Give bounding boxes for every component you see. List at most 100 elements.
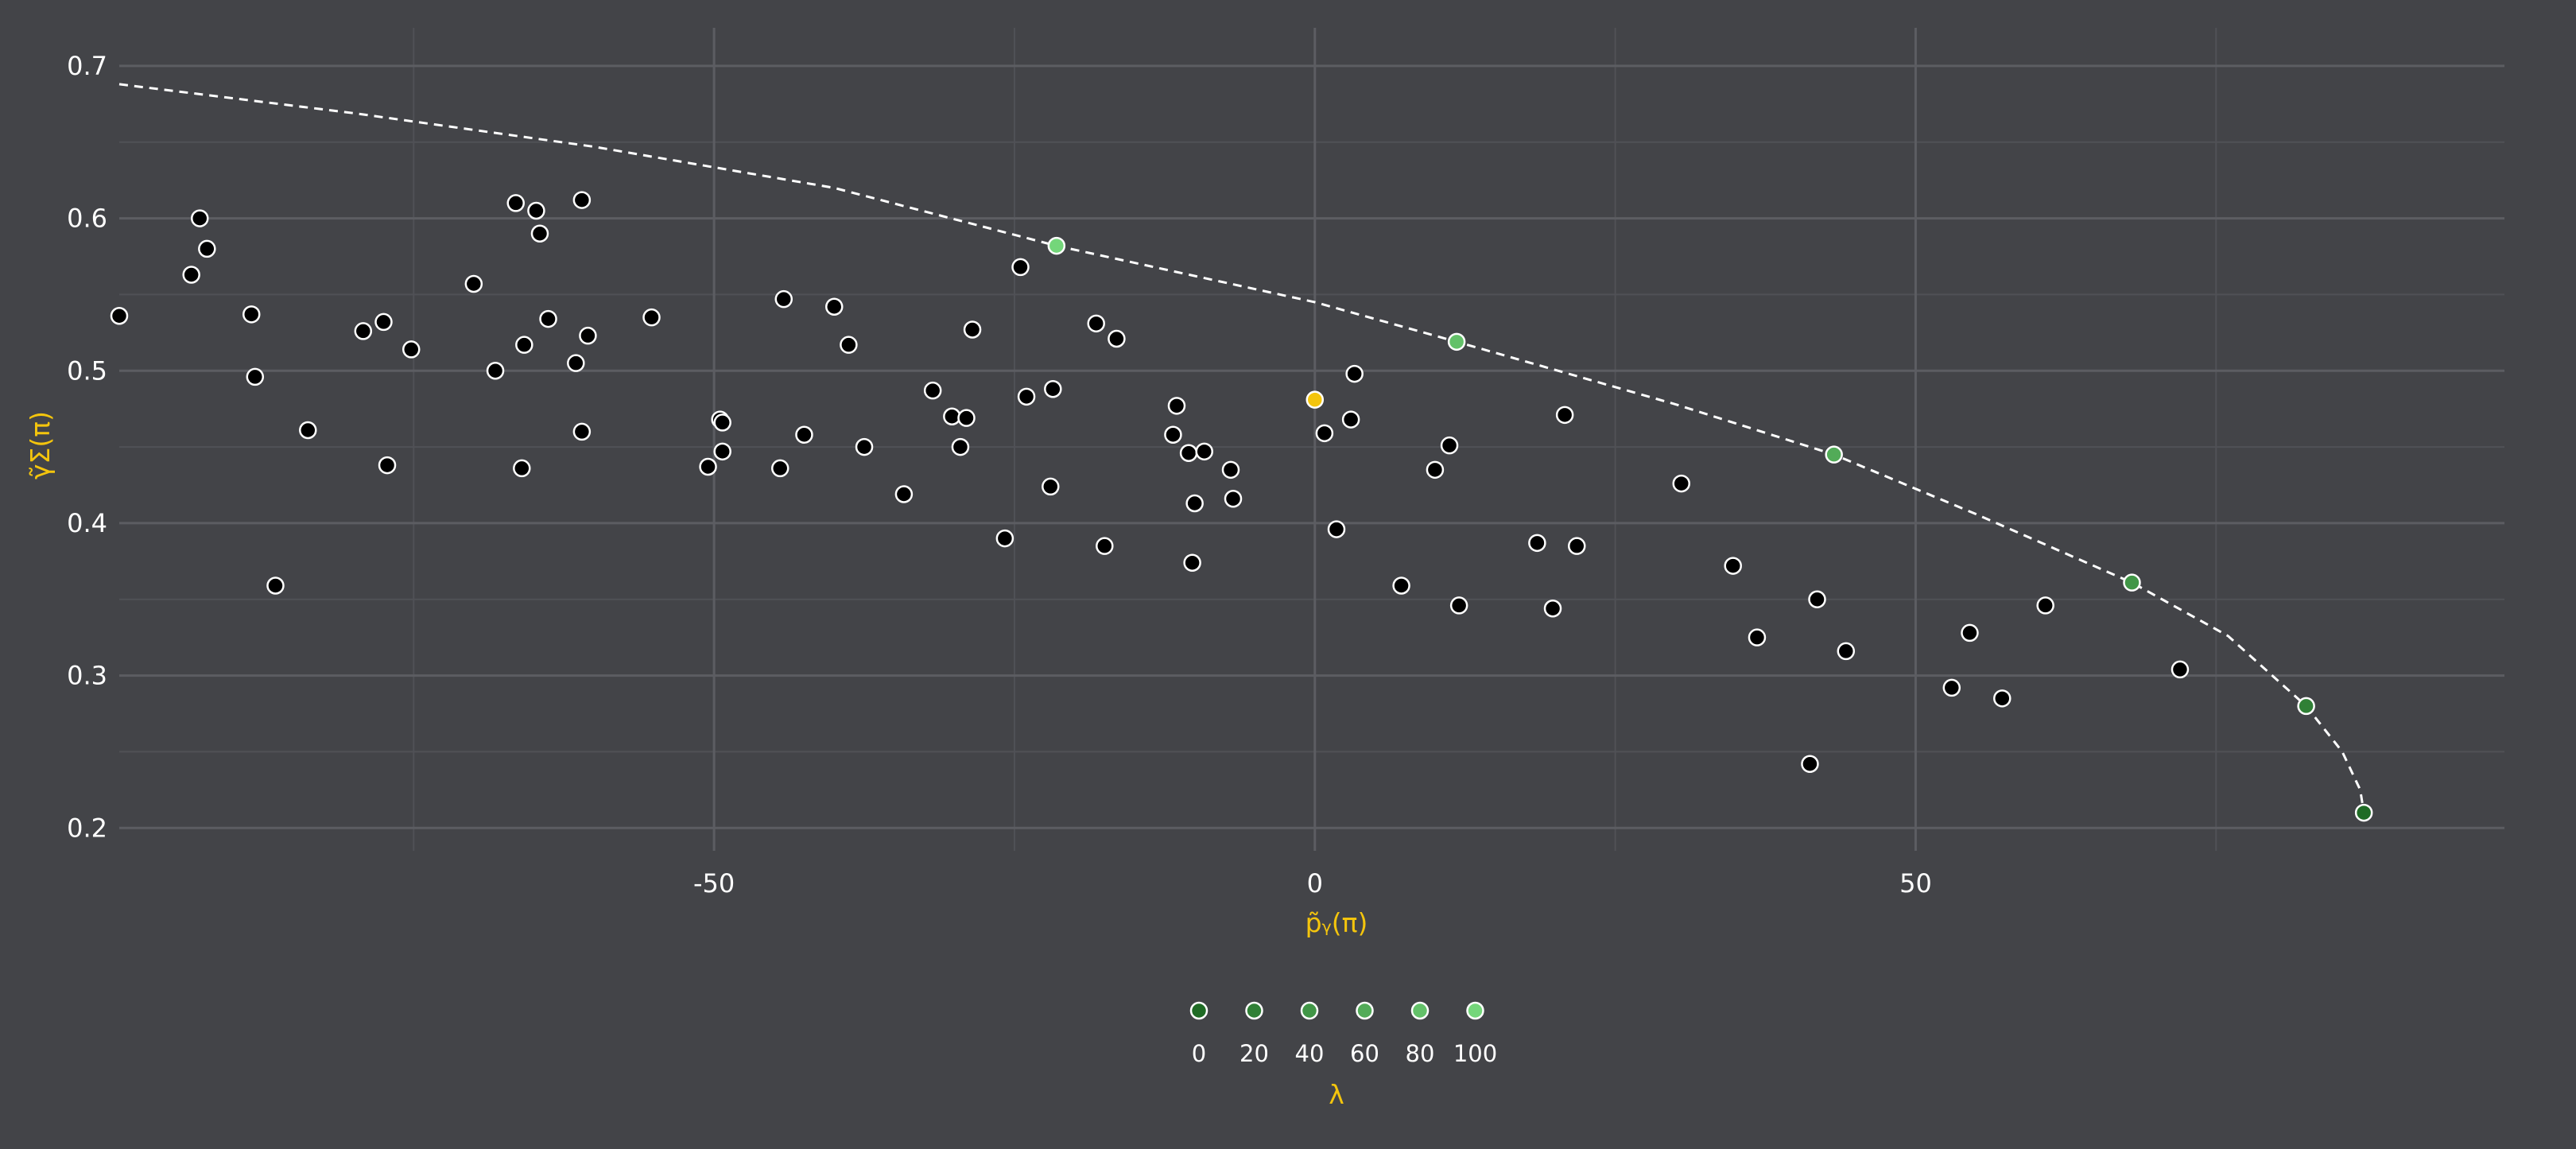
data-point bbox=[1567, 537, 1586, 555]
legend-key bbox=[1410, 1001, 1430, 1020]
data-point bbox=[513, 459, 531, 478]
legend: λ 0 20 40 60 80 100 bbox=[1189, 1001, 1497, 1110]
legend-key bbox=[1300, 1001, 1319, 1020]
y-tick-label: 0.7 bbox=[67, 51, 107, 81]
data-point bbox=[1993, 689, 2012, 708]
data-point bbox=[1327, 520, 1346, 538]
chart: p̃ᵧ(π) γ̃Σ(π) -50 0 50 0.2 0.3 0.4 0.5 0.6 0.7 λ… bbox=[0, 0, 2576, 1145]
data-point bbox=[1011, 258, 1030, 277]
data-point bbox=[572, 191, 592, 209]
data-point bbox=[642, 308, 661, 327]
data-point bbox=[354, 322, 373, 340]
legend-label: 0 bbox=[1192, 1040, 1206, 1067]
data-point bbox=[567, 354, 585, 372]
data-point bbox=[894, 485, 914, 503]
data-point bbox=[951, 437, 970, 456]
legend-key bbox=[1189, 1001, 1208, 1020]
legend-label: 20 bbox=[1240, 1040, 1269, 1067]
data-point bbox=[699, 457, 717, 476]
data-point bbox=[1449, 596, 1468, 615]
data-point bbox=[963, 320, 982, 339]
data-point bbox=[299, 421, 317, 440]
data-point bbox=[1224, 490, 1243, 508]
scatter-plot: p̃ᵧ(π) γ̃Σ(π) -50 0 50 0.2 0.3 0.4 0.5 0.6 0.7 λ… bbox=[25, 28, 2504, 1110]
legend-label: 100 bbox=[1453, 1040, 1497, 1067]
data-point bbox=[1164, 425, 1182, 444]
data-point bbox=[840, 336, 858, 354]
frontier-point bbox=[1047, 236, 1066, 255]
data-point bbox=[770, 459, 789, 478]
x-axis-title: p̃ᵧ(π) bbox=[1305, 907, 1368, 938]
data-point bbox=[572, 422, 592, 441]
data-point bbox=[1426, 460, 1445, 479]
data-point bbox=[957, 409, 976, 427]
points-layer bbox=[110, 191, 2373, 822]
legend-key bbox=[1245, 1001, 1263, 1020]
data-point bbox=[246, 367, 265, 386]
data-point bbox=[378, 456, 397, 475]
data-point bbox=[1440, 436, 1459, 455]
data-point bbox=[191, 209, 209, 227]
data-point bbox=[374, 312, 393, 332]
data-point bbox=[530, 224, 549, 243]
data-point bbox=[182, 266, 200, 284]
data-point bbox=[1096, 537, 1114, 555]
data-point bbox=[713, 413, 731, 432]
data-point bbox=[1961, 623, 1979, 642]
legend-title: λ bbox=[1329, 1079, 1344, 1110]
data-point bbox=[266, 576, 285, 595]
data-point bbox=[2036, 596, 2054, 615]
data-point bbox=[855, 437, 874, 456]
data-point bbox=[795, 425, 813, 444]
frontier-point bbox=[1825, 445, 1843, 464]
data-point bbox=[923, 381, 942, 400]
data-point bbox=[1808, 590, 1826, 608]
legend-key bbox=[1466, 1001, 1484, 1020]
data-point bbox=[1185, 494, 1204, 513]
data-point bbox=[1801, 755, 1819, 773]
y-axis-title: γ̃Σ(π) bbox=[25, 411, 56, 479]
data-point bbox=[527, 201, 545, 220]
data-point bbox=[198, 239, 216, 258]
data-point bbox=[1543, 600, 1562, 618]
legend-label: 40 bbox=[1295, 1040, 1325, 1067]
y-tick-label: 0.4 bbox=[67, 508, 107, 538]
data-point bbox=[1221, 460, 1240, 479]
data-point bbox=[1555, 406, 1574, 425]
data-point bbox=[242, 305, 261, 324]
data-point bbox=[1044, 380, 1062, 398]
data-point bbox=[1167, 397, 1186, 415]
data-point bbox=[464, 274, 483, 293]
data-point bbox=[1528, 534, 1546, 553]
data-point bbox=[2171, 660, 2190, 679]
data-point bbox=[1108, 329, 1126, 348]
frontier-point bbox=[2123, 573, 2141, 592]
legend-label: 80 bbox=[1406, 1040, 1435, 1067]
data-point bbox=[1179, 444, 1198, 462]
data-point bbox=[1183, 553, 1201, 572]
data-point bbox=[1392, 576, 1410, 595]
data-point bbox=[1017, 387, 1036, 406]
data-point bbox=[110, 307, 129, 325]
data-point bbox=[402, 340, 421, 359]
data-point bbox=[1837, 642, 1856, 661]
data-point bbox=[1724, 557, 1742, 575]
data-point bbox=[824, 297, 844, 316]
data-point bbox=[1942, 678, 1961, 697]
data-point bbox=[579, 326, 597, 345]
data-point bbox=[539, 309, 557, 328]
y-tick-label: 0.3 bbox=[67, 661, 107, 691]
x-tick-label: -50 bbox=[693, 868, 735, 899]
data-point bbox=[515, 336, 533, 354]
axes: p̃ᵧ(π) γ̃Σ(π) -50 0 50 0.2 0.3 0.4 0.5 0.6 0.7 bbox=[25, 51, 1932, 938]
data-point bbox=[1195, 442, 1213, 461]
data-point bbox=[1042, 477, 1060, 496]
data-point bbox=[1315, 424, 1334, 443]
grid bbox=[119, 28, 2504, 851]
y-tick-label: 0.5 bbox=[67, 355, 107, 386]
data-point bbox=[943, 407, 961, 425]
data-point bbox=[1345, 364, 1364, 383]
x-tick-label: 50 bbox=[1899, 868, 1932, 899]
frontier-point bbox=[2297, 697, 2315, 716]
frontier-point bbox=[1447, 332, 1466, 351]
